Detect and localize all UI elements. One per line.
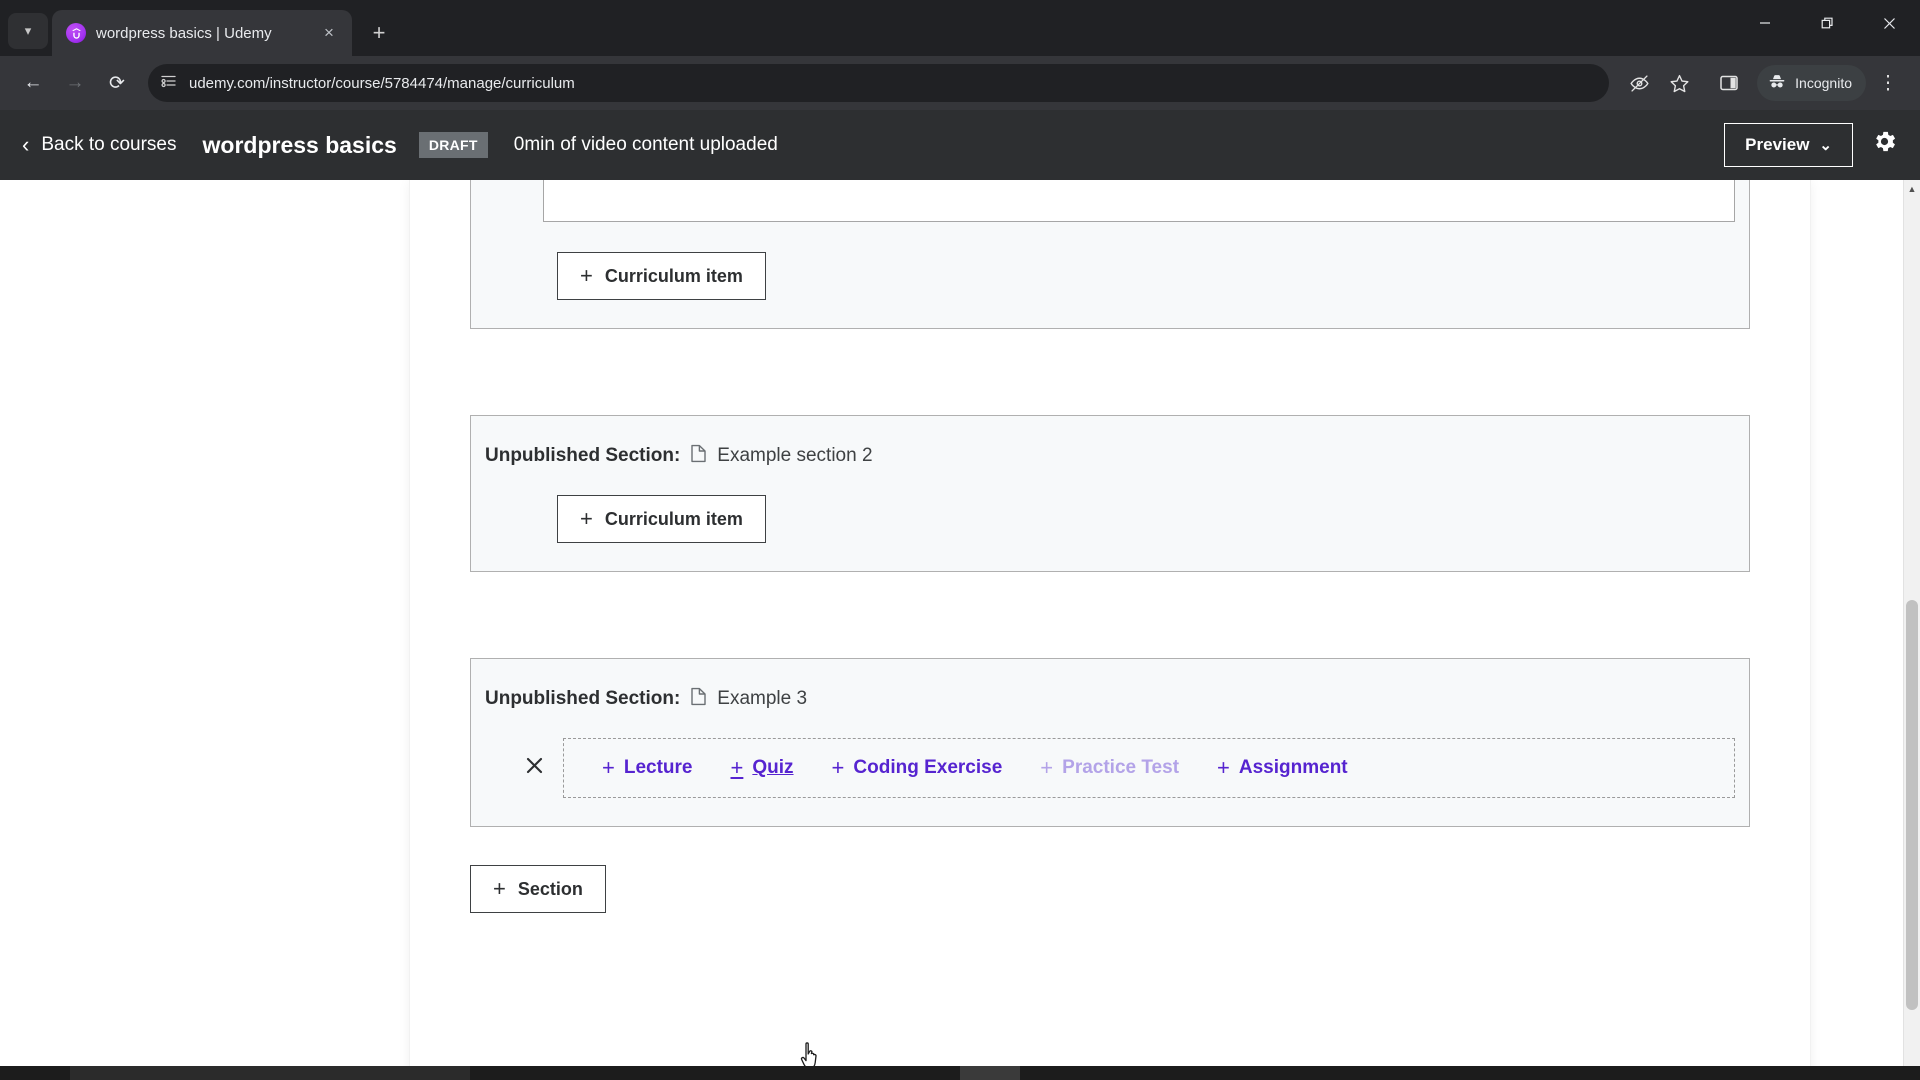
incognito-icon [1767, 72, 1787, 95]
document-icon [690, 444, 707, 467]
plus-icon: + [831, 755, 845, 780]
add-quiz-label: Quiz [752, 757, 794, 778]
window-close-button[interactable] [1858, 0, 1920, 46]
course-title: wordpress basics [202, 131, 397, 158]
tab-search-icon[interactable]: ▾ [8, 13, 48, 49]
back-to-courses-link[interactable]: ‹ Back to courses [22, 134, 177, 156]
video-upload-status: 0min of video content uploaded [513, 134, 778, 155]
incognito-indicator[interactable]: Incognito [1757, 65, 1866, 101]
add-coding-exercise-label: Coding Exercise [853, 757, 1003, 778]
add-coding-exercise-link[interactable]: + Coding Exercise [794, 757, 1003, 779]
add-section-button[interactable]: + Section [470, 865, 606, 913]
forward-button-icon[interactable]: → [56, 64, 94, 102]
add-section-label: Section [517, 878, 583, 899]
plus-icon: + [493, 876, 506, 901]
plus-icon: + [580, 263, 593, 288]
tab-title: wordpress basics | Udemy [96, 24, 272, 42]
url-text: udemy.com/instructor/course/5784474/mana… [189, 74, 575, 92]
close-icon[interactable] [511, 755, 557, 781]
plus-icon: + [1217, 755, 1230, 780]
add-assignment-link[interactable]: + Assignment [1179, 757, 1348, 779]
add-curriculum-item-label: Curriculum item [604, 508, 743, 529]
lecture-title-input[interactable] [543, 180, 1735, 222]
chevron-left-icon: ‹ [22, 132, 30, 157]
document-icon [690, 687, 707, 710]
preview-button-label: Preview [1745, 135, 1810, 154]
plus-icon: + [580, 506, 593, 531]
add-curriculum-item-button[interactable]: + Curriculum item [557, 252, 766, 300]
page-body: + Curriculum item Unpublished Section: E… [0, 180, 1920, 1080]
back-to-courses-label: Back to courses [41, 134, 177, 155]
section-header: Unpublished Section: Example section 2 [471, 444, 1749, 467]
browser-window: ▾ wordpress basics | Udemy × + ← → ⟳ ude… [0, 0, 1920, 1080]
scroll-up-arrow-icon[interactable]: ▲ [1904, 180, 1920, 197]
new-tab-button[interactable]: + [362, 16, 396, 50]
add-practice-test-link: + Practice Test [1002, 757, 1179, 779]
section-card: + Curriculum item [470, 180, 1750, 329]
section-name: Example section 2 [717, 444, 873, 466]
window-restore-button[interactable] [1796, 0, 1858, 46]
window-minimize-button[interactable] [1734, 0, 1796, 46]
os-taskbar [0, 1066, 1920, 1080]
add-curriculum-item-label: Curriculum item [604, 265, 743, 286]
preview-button[interactable]: Preview ⌄ [1724, 123, 1853, 167]
plus-icon: + [1040, 755, 1054, 780]
section-status-label: Unpublished Section: [485, 687, 681, 709]
window-controls [1734, 0, 1920, 46]
page-scrollbar[interactable]: ▲ ▼ [1903, 180, 1920, 1080]
section-card: Unpublished Section: Example section 2 +… [470, 415, 1750, 572]
curriculum-sheet: + Curriculum item Unpublished Section: E… [410, 180, 1810, 1080]
content-type-options: + Lecture + Quiz + Coding Exercise + Pra… [563, 738, 1735, 798]
browser-toolbar: ← → ⟳ udemy.com/instructor/course/578447… [0, 56, 1920, 110]
header-actions: Preview ⌄ [1724, 123, 1898, 167]
address-bar[interactable]: udemy.com/instructor/course/5784474/mana… [148, 64, 1610, 102]
browser-tab[interactable]: wordpress basics | Udemy × [52, 10, 352, 56]
add-curriculum-item-button[interactable]: + Curriculum item [557, 495, 766, 543]
add-lecture-label: Lecture [623, 757, 693, 778]
browser-menu-icon[interactable]: ⋮ [1870, 65, 1906, 101]
section-header: Unpublished Section: Example 3 [471, 687, 1749, 710]
draft-status-badge: DRAFT [418, 132, 488, 158]
course-header: ‹ Back to courses wordpress basics DRAFT… [0, 110, 1920, 180]
side-panel-icon[interactable] [1711, 65, 1747, 101]
add-assignment-label: Assignment [1238, 757, 1348, 778]
section-card: Unpublished Section: Example 3 + Lecture… [470, 658, 1750, 827]
plus-icon: + [730, 755, 744, 780]
tab-strip: ▾ wordpress basics | Udemy × + [0, 0, 1920, 56]
plus-icon: + [602, 755, 615, 780]
chevron-down-icon: ⌄ [1819, 136, 1832, 154]
page-info-icon[interactable] [160, 72, 177, 94]
tab-close-icon[interactable]: × [318, 23, 340, 43]
add-practice-test-label: Practice Test [1062, 757, 1180, 778]
section-status-label: Unpublished Section: [485, 444, 681, 466]
settings-gear-icon[interactable] [1871, 128, 1898, 162]
content-type-picker-row: + Lecture + Quiz + Coding Exercise + Pra… [471, 738, 1749, 798]
section-name: Example 3 [717, 687, 808, 709]
add-lecture-link[interactable]: + Lecture [564, 757, 693, 779]
scrollbar-thumb[interactable] [1906, 600, 1918, 1010]
reload-button-icon[interactable]: ⟳ [98, 64, 136, 102]
back-button-icon[interactable]: ← [14, 64, 52, 102]
eye-slash-icon[interactable] [1621, 65, 1657, 101]
udemy-favicon-icon [66, 23, 86, 43]
bookmark-star-icon[interactable] [1661, 65, 1697, 101]
incognito-label: Incognito [1795, 75, 1852, 91]
add-quiz-link[interactable]: + Quiz [693, 757, 794, 779]
